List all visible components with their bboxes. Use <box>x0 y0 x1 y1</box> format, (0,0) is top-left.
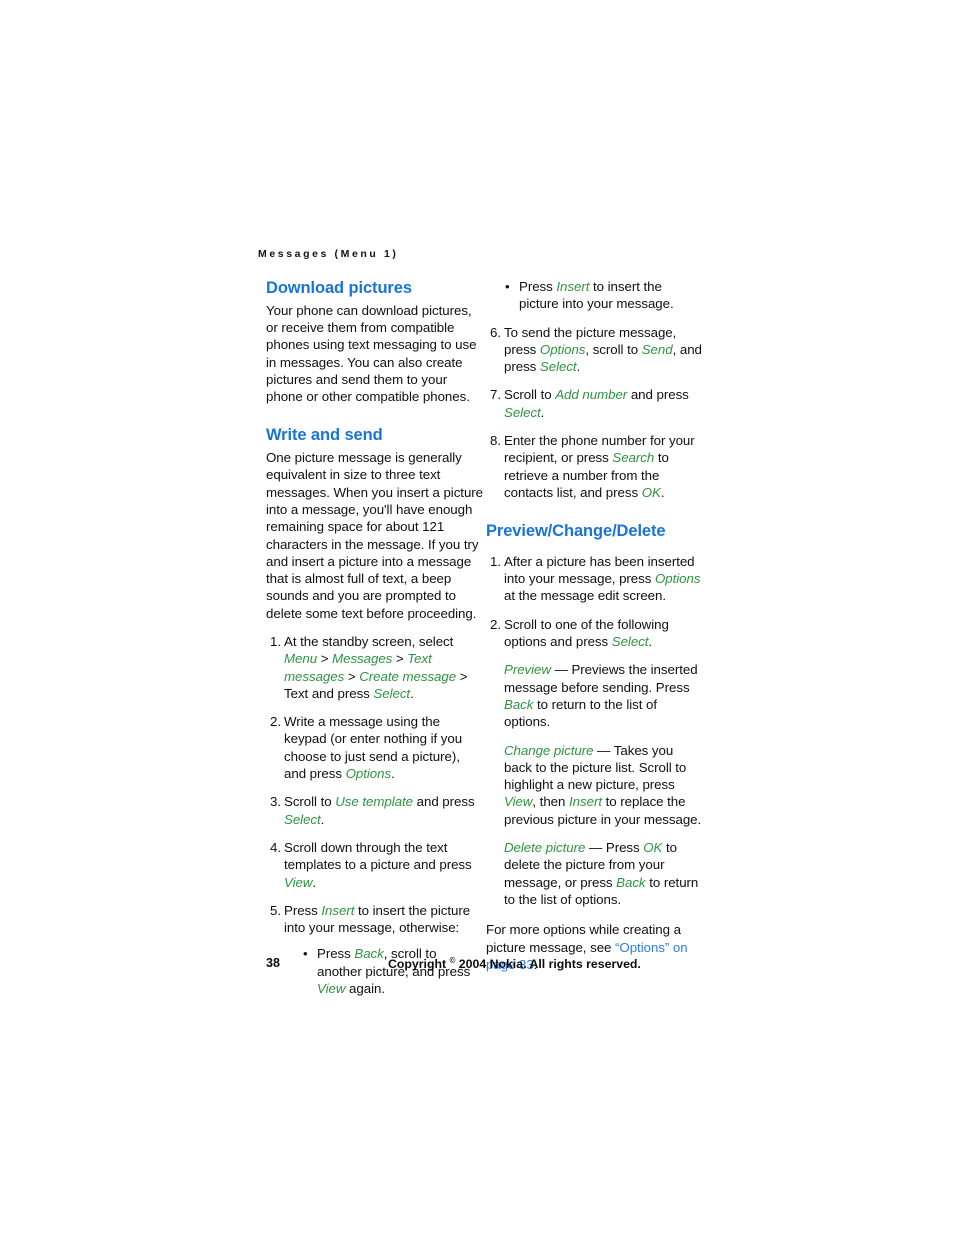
ui-term: Options <box>345 766 392 782</box>
step-text: To send the picture message, press Optio… <box>504 324 702 375</box>
ui-term: Insert <box>556 279 590 294</box>
numbered-step: 8. Enter the phone number for your recipi… <box>486 432 704 501</box>
numbered-step: 5. Press Insert to insert the picture int… <box>266 902 484 997</box>
paragraph-write-and-send: One picture message is generally equival… <box>266 450 484 621</box>
numbered-step: 3. Scroll to Use template and press Selec… <box>266 793 484 828</box>
ui-term: Select <box>539 359 577 375</box>
footer-copyright: Copyright © 2004 Nokia. All rights reser… <box>388 956 641 971</box>
numbered-step: 4. Scroll down through the text templates… <box>266 839 484 891</box>
ui-term: Select <box>284 811 321 827</box>
option-definition: Preview — Previews the inserted message … <box>504 662 698 730</box>
bullet-item: • Press Insert to insert the picture into… <box>504 278 704 313</box>
copyright-suffix: 2004 Nokia. All rights reserved. <box>455 957 641 972</box>
continued-bullet-list: • Press Insert to insert the picture into… <box>486 278 704 313</box>
heading-download-pictures: Download pictures <box>266 279 412 297</box>
ui-term: Back <box>616 874 646 890</box>
step-text: After a picture has been inserted into y… <box>504 553 701 604</box>
paragraph-download-pictures: Your phone can download pictures, or rec… <box>266 302 477 405</box>
continued-steps: 6. To send the picture message, press Opt… <box>486 324 704 502</box>
option-definitions: Preview — Previews the inserted message … <box>486 661 704 908</box>
ui-term: Select <box>373 685 411 701</box>
step-number: 2. <box>270 714 281 730</box>
ui-term: Insert <box>321 902 355 918</box>
manual-page: Messages (Menu 1) Download pictures Your… <box>0 0 954 1235</box>
ui-term: Search <box>612 450 655 466</box>
ui-term: Back <box>504 696 534 712</box>
ui-term: Send <box>641 341 673 357</box>
ui-term: OK <box>643 840 663 856</box>
step-number: 3. <box>270 794 281 810</box>
numbered-step: 1. At the standby screen, select Menu > M… <box>266 633 484 702</box>
ui-term: Preview <box>504 662 551 678</box>
ui-term: View <box>284 874 313 890</box>
bullet-item: • Press Back, scroll to another picture, … <box>302 945 484 997</box>
numbered-step: 6. To send the picture message, press Opt… <box>486 324 704 376</box>
ui-term: Delete picture <box>504 840 586 856</box>
step-number: 4. <box>270 839 281 855</box>
running-head: Messages (Menu 1) <box>258 248 399 260</box>
step-text: Scroll to one of the following options a… <box>504 616 669 650</box>
step-text: Scroll down through the text templates t… <box>284 839 472 890</box>
step-number: 1. <box>270 634 281 649</box>
ui-term: Menu <box>284 651 318 667</box>
copyright-prefix: Copyright <box>388 957 450 972</box>
footer-page-number: 38 <box>266 956 280 970</box>
bullet-text: Press Insert to insert the picture into … <box>519 279 674 312</box>
right-column: • Press Insert to insert the picture into… <box>486 278 704 973</box>
numbered-step: 2. Write a message using the keypad (or e… <box>266 713 484 782</box>
bullet-text: Press Back, scroll to another picture, a… <box>317 946 471 997</box>
step-text: Press Insert to insert the picture into … <box>284 902 471 936</box>
ui-term: Insert <box>569 794 602 810</box>
ui-term: Select <box>504 404 541 420</box>
ui-term: Create message <box>359 668 457 684</box>
step-text: Scroll to Use template and press Select. <box>284 794 475 827</box>
heading-preview-change-delete: Preview/Change/Delete <box>486 522 666 541</box>
step-number: 8. <box>490 433 501 449</box>
preview-change-delete-steps: 1. After a picture has been inserted into… <box>486 553 704 650</box>
ui-term: View <box>504 794 533 810</box>
step-text: Write a message using the keypad (or ent… <box>284 714 463 782</box>
step-text: Enter the phone number for your recipien… <box>504 433 695 500</box>
ui-term: View <box>317 981 346 997</box>
option-definition: Change picture — Takes you back to the p… <box>504 742 702 827</box>
option-definition: Delete picture — Press OK to delete the … <box>504 840 699 907</box>
ui-term: OK <box>641 484 661 500</box>
step-number: 1. <box>490 553 501 569</box>
ui-term: Back <box>354 946 384 962</box>
step-text: Scroll to Add number and press Select. <box>504 387 689 420</box>
bullet-marker: • <box>505 279 510 294</box>
step-text: At the standby screen, select Menu > Mes… <box>284 634 468 701</box>
ui-term: Select <box>611 634 649 650</box>
numbered-step: 7. Scroll to Add number and press Select. <box>486 386 704 421</box>
ui-term: Options <box>655 571 701 587</box>
bullet-marker: • <box>303 946 308 962</box>
heading-write-and-send: Write and send <box>266 426 383 445</box>
ui-term: Messages <box>332 651 393 667</box>
ui-term: Options <box>539 341 586 357</box>
left-column: Download pictures Your phone can downloa… <box>266 278 484 997</box>
step-number: 7. <box>490 387 501 403</box>
nested-bullet-list: • Press Back, scroll to another picture, … <box>302 945 484 997</box>
step-number: 2. <box>490 616 501 632</box>
numbered-step: 1. After a picture has been inserted into… <box>486 553 704 605</box>
ui-term: Add number <box>555 387 628 403</box>
step-number: 6. <box>490 324 501 340</box>
step-number: 5. <box>270 902 281 918</box>
ui-term: Use template <box>335 794 413 810</box>
write-and-send-steps: 1. At the standby screen, select Menu > M… <box>266 633 484 997</box>
ui-term: Change picture <box>504 742 594 758</box>
numbered-step: 2. Scroll to one of the following options… <box>486 616 704 651</box>
